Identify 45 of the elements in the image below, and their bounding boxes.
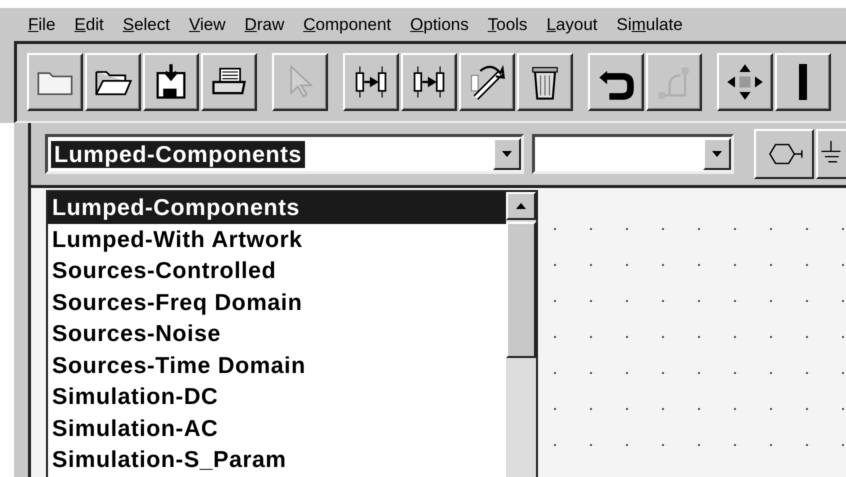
menu-item[interactable]: View — [188, 15, 226, 35]
dropdown-option[interactable]: Sources-Time Domain — [48, 350, 506, 381]
toolbar-button[interactable] — [27, 53, 83, 111]
menu-item[interactable]: Layout — [546, 15, 598, 35]
dropdown-option[interactable]: Lumped-Components — [48, 192, 506, 224]
dropdown-option[interactable]: Simulation-AC — [48, 412, 506, 444]
menu-item[interactable]: Edit — [74, 15, 104, 35]
toolbar-button[interactable] — [143, 53, 199, 111]
down-arrow-icon — [502, 151, 512, 157]
toolbar-button[interactable] — [588, 53, 644, 111]
toolbar-button[interactable] — [343, 53, 399, 111]
menu-item[interactable]: Tools — [488, 15, 528, 35]
toolbar-button[interactable] — [517, 53, 573, 111]
move-icon — [725, 62, 765, 102]
menu-item[interactable]: File — [28, 15, 56, 35]
dropdown-option[interactable]: Lumped-With Artwork — [48, 224, 506, 255]
toolbar-button[interactable] — [201, 53, 257, 111]
dropdown-button[interactable] — [703, 138, 732, 170]
component-button[interactable] — [754, 129, 814, 179]
toolbar-button[interactable] — [459, 53, 515, 111]
menu-item[interactable]: Options — [410, 15, 469, 35]
menu-item[interactable]: Draw — [244, 15, 284, 35]
menu-item[interactable]: Select — [122, 15, 170, 35]
dropdown-button[interactable] — [493, 138, 522, 170]
library-dropdown[interactable]: Lumped-Components — [45, 134, 524, 174]
down-arrow-icon — [712, 151, 722, 157]
scrollbar[interactable] — [506, 192, 536, 477]
dropdown-option[interactable]: Sources-Noise — [48, 318, 506, 350]
toolbar-button[interactable] — [85, 53, 141, 111]
up-arrow-icon — [516, 203, 526, 209]
toolbar-button[interactable] — [401, 53, 457, 111]
scroll-up-button[interactable] — [506, 192, 536, 220]
component-dropdown[interactable] — [532, 134, 734, 174]
toolbar-button[interactable] — [717, 53, 773, 111]
dropdown-option[interactable]: Simulation-DC — [48, 381, 506, 412]
dropdown-value: Lumped-Components — [51, 140, 305, 168]
bar-icon — [799, 64, 807, 100]
toolbar-button[interactable] — [775, 53, 831, 111]
scroll-thumb[interactable] — [506, 222, 536, 358]
dropdown-option[interactable]: Sources-Freq Domain — [48, 286, 506, 318]
component-button[interactable] — [816, 129, 846, 179]
dropdown-option[interactable]: Sources-Controlled — [48, 255, 506, 286]
menu-item[interactable]: Component — [303, 15, 392, 35]
menu-item[interactable]: Simulate — [616, 15, 683, 35]
dropdown-option[interactable]: Simulation-S_Param — [48, 444, 506, 476]
